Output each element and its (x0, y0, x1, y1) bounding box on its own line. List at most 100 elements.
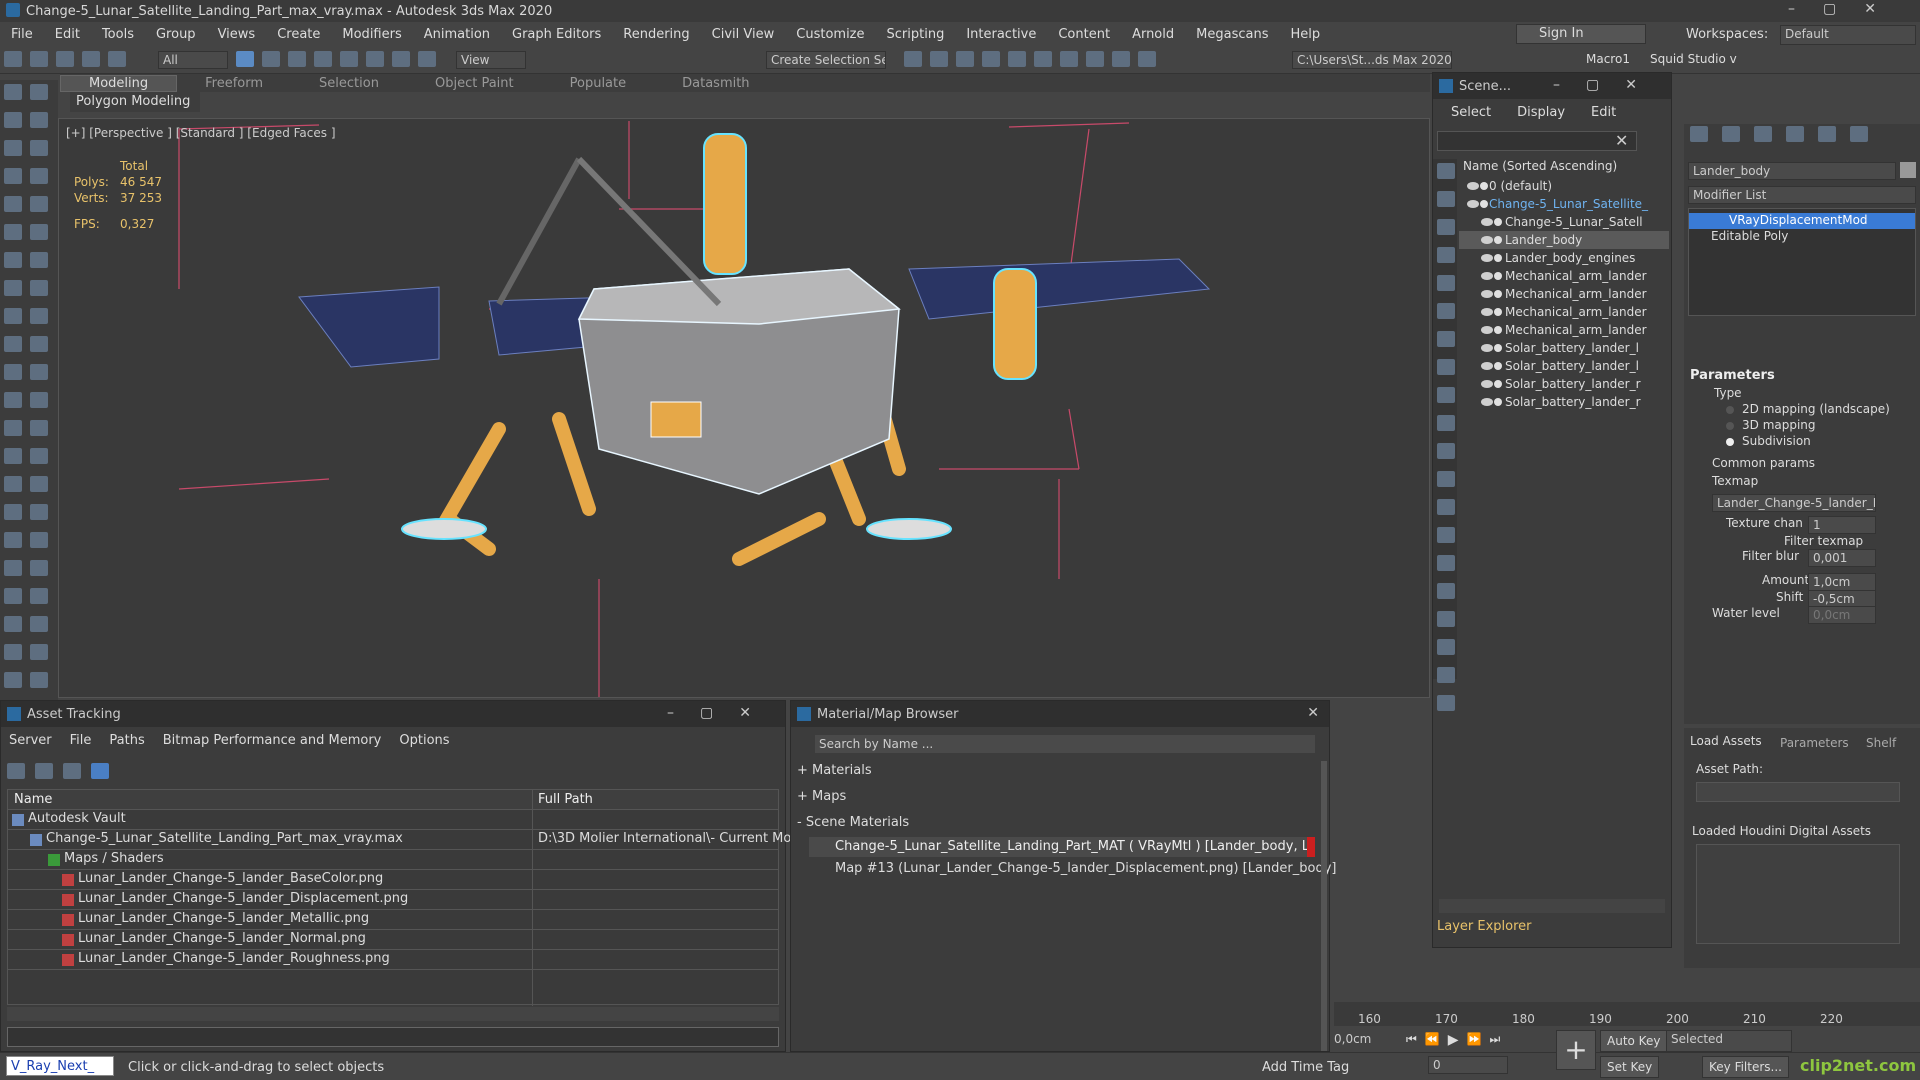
left-tool-icon[interactable] (30, 364, 48, 380)
left-tool-icon[interactable] (30, 336, 48, 352)
col-name-header[interactable]: Name (14, 792, 52, 807)
left-tool-icon[interactable] (4, 672, 22, 688)
filter-blur-spinner[interactable]: 0,001 (1808, 549, 1876, 567)
left-tool-icon[interactable] (30, 168, 48, 184)
freeze-dot-icon[interactable] (1494, 290, 1502, 298)
display-tab-icon[interactable] (1818, 126, 1836, 142)
project-path-dropdown[interactable]: C:\Users\St...ds Max 2020 (1292, 51, 1452, 69)
left-tool-icon[interactable] (4, 336, 22, 352)
ribbon-tab-3[interactable]: Object Paint (407, 76, 542, 91)
thumbnail-view-icon[interactable] (63, 763, 81, 779)
menu-item-10[interactable]: Civil View (701, 27, 786, 42)
ribbon-tab-4[interactable]: Populate (542, 76, 655, 91)
left-tool-icon[interactable] (30, 252, 48, 268)
left-tool-icon[interactable] (4, 644, 22, 660)
freeze-dot-icon[interactable] (1494, 254, 1502, 262)
freeze-dot-icon[interactable] (1494, 218, 1502, 226)
scene-row[interactable]: 0 (default) (1459, 177, 1669, 195)
asset-row[interactable]: Maps / Shaders (8, 850, 778, 870)
curve-editor-icon[interactable] (1008, 51, 1026, 67)
left-tool-icon[interactable] (4, 224, 22, 240)
selected-dropdown[interactable]: Selected (1666, 1030, 1792, 1052)
asset-row[interactable]: Lunar_Lander_Change-5_lander_Roughness.p… (8, 950, 778, 970)
loaded-assets-list[interactable] (1696, 844, 1900, 944)
scene-explorer-window-controls[interactable]: –▢✕ (1553, 77, 1663, 93)
sign-in-button[interactable]: Sign In (1516, 24, 1646, 44)
material-search-input[interactable]: Search by Name ... (815, 735, 1315, 753)
asset-path-input[interactable] (1696, 782, 1900, 802)
ribbon-tab-0[interactable]: Modeling (60, 74, 178, 92)
section-maps[interactable]: + Maps (797, 789, 846, 809)
freeze-dot-icon[interactable] (1494, 344, 1502, 352)
key-filters-button[interactable]: Key Filters... (1702, 1056, 1789, 1078)
asset-row[interactable]: Lunar_Lander_Change-5_lander_Metallic.pn… (8, 910, 778, 930)
scene-row[interactable]: Mechanical_arm_lander (1459, 285, 1669, 303)
left-tool-icon[interactable] (30, 224, 48, 240)
menu-item-4[interactable]: Views (207, 27, 267, 42)
scene-filter-icon[interactable] (1437, 499, 1455, 515)
stack-item-vraydisplacement[interactable]: VRayDisplacementMod (1689, 213, 1915, 229)
layer-explorer-icon[interactable] (956, 51, 974, 67)
scene-filter-icon[interactable] (1437, 415, 1455, 431)
scene-filter-icon[interactable] (1437, 555, 1455, 571)
scene-row[interactable]: Solar_battery_lander_l (1459, 357, 1669, 375)
left-tool-icon[interactable] (4, 392, 22, 408)
macro-label[interactable]: Macro1 (1586, 52, 1630, 66)
scene-filter-icon[interactable] (1437, 219, 1455, 235)
material-browser-close[interactable]: ✕ (1307, 705, 1319, 721)
left-tool-icon[interactable] (4, 280, 22, 296)
scene-row[interactable]: Lander_body_engines (1459, 249, 1669, 267)
column-divider[interactable] (532, 790, 533, 1006)
placement-icon[interactable] (418, 51, 436, 67)
maxscript-listener[interactable]: V_Ray_Next_ (6, 1056, 114, 1076)
filter-texmap-checkbox[interactable]: Filter texmap (1784, 534, 1863, 548)
menu-item-2[interactable]: Tools (91, 27, 145, 42)
add-key-button[interactable]: + (1556, 1030, 1596, 1070)
visibility-eye-icon[interactable] (1481, 344, 1493, 352)
left-tool-icon[interactable] (4, 112, 22, 128)
type-2d-mapping[interactable]: 2D mapping (landscape) (1742, 402, 1890, 416)
freeze-dot-icon[interactable] (1494, 362, 1502, 370)
menu-item-8[interactable]: Graph Editors (501, 27, 612, 42)
goto-start-icon[interactable]: ⏮ (1406, 1032, 1417, 1048)
left-tool-icon[interactable] (30, 280, 48, 296)
amount-spinner[interactable]: 1,0cm (1808, 573, 1876, 591)
list-view-icon[interactable] (35, 763, 53, 779)
left-tool-icon[interactable] (30, 504, 48, 520)
water-level-spinner[interactable]: 0,0cm (1808, 606, 1876, 624)
left-tool-icon[interactable] (30, 140, 48, 156)
type-subdivision[interactable]: Subdivision (1742, 434, 1811, 448)
left-tool-icon[interactable] (4, 252, 22, 268)
bind-spacewarp-icon[interactable] (108, 51, 126, 67)
ribbon-tab-2[interactable]: Selection (291, 76, 407, 91)
left-tool-icon[interactable] (30, 560, 48, 576)
scene-horizontal-scrollbar[interactable] (1439, 899, 1665, 913)
freeze-dot-icon[interactable] (1480, 182, 1488, 190)
menu-item-6[interactable]: Modifiers (331, 27, 412, 42)
left-tool-icon[interactable] (4, 504, 22, 520)
move-icon[interactable] (340, 51, 358, 67)
texmap-button[interactable]: Lander_Change-5_lander_De (1712, 494, 1876, 512)
undo-icon[interactable] (4, 51, 22, 67)
scene-explorer-icon[interactable] (982, 51, 1000, 67)
asset-menu-item-0[interactable]: Server (9, 733, 52, 748)
scene-filter-icon[interactable] (1437, 695, 1455, 711)
menu-item-3[interactable]: Group (145, 27, 207, 42)
menu-item-12[interactable]: Scripting (876, 27, 956, 42)
play-icon[interactable]: ▶ (1448, 1032, 1459, 1048)
type-3d-mapping[interactable]: 3D mapping (1742, 418, 1816, 432)
left-tool-icon[interactable] (30, 196, 48, 212)
left-tool-icon[interactable] (4, 196, 22, 212)
scene-list-header[interactable]: Name (Sorted Ascending) (1463, 159, 1617, 173)
asset-row[interactable]: Lunar_Lander_Change-5_lander_Normal.png (8, 930, 778, 950)
tab-parameters[interactable]: Parameters (1780, 736, 1849, 750)
section-scene-materials[interactable]: - Scene Materials (797, 815, 909, 835)
menu-item-15[interactable]: Arnold (1121, 27, 1185, 42)
scene-row[interactable]: Lander_body (1459, 231, 1669, 249)
left-tool-icon[interactable] (30, 588, 48, 604)
left-tool-icon[interactable] (4, 588, 22, 604)
texture-chan-spinner[interactable]: 1 (1808, 516, 1876, 534)
freeze-dot-icon[interactable] (1494, 236, 1502, 244)
selection-filter-dropdown[interactable]: All (158, 51, 228, 69)
window-controls[interactable]: –▢✕ (1788, 1, 1904, 17)
